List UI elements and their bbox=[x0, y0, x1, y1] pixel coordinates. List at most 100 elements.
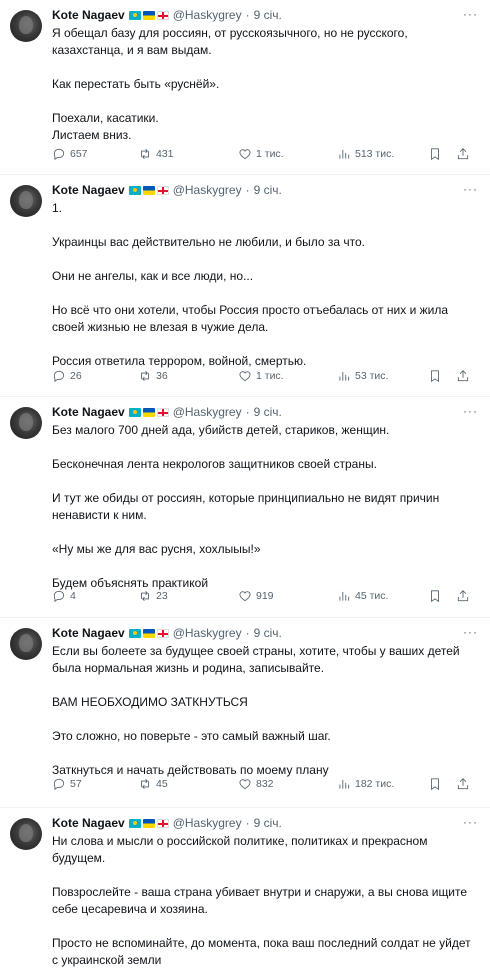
action-bar: 57 45 832 182 тис. bbox=[52, 776, 478, 792]
author-name[interactable]: Kote Nagaev bbox=[52, 405, 125, 419]
retweet-icon bbox=[141, 779, 149, 789]
retweet-button[interactable]: 36 bbox=[138, 368, 168, 384]
reply-icon bbox=[53, 148, 65, 161]
tweet-text: Без малого 700 дней ада, убийств детей, … bbox=[52, 422, 478, 592]
views-icon bbox=[339, 591, 350, 601]
like-count: 832 bbox=[256, 778, 274, 790]
bookmark-button[interactable] bbox=[428, 146, 442, 162]
georgia-flag-icon bbox=[156, 628, 169, 638]
reply-count: 57 bbox=[70, 778, 82, 790]
share-icon bbox=[457, 370, 469, 382]
more-icon[interactable]: ··· bbox=[463, 7, 478, 21]
tweet[interactable]: Kote Nagaev @Haskygrey · 9 січ. ··· 1. У… bbox=[0, 175, 490, 397]
retweet-icon bbox=[141, 591, 149, 601]
author-name[interactable]: Kote Nagaev bbox=[52, 626, 125, 640]
heart-icon bbox=[239, 591, 251, 602]
timeline-feed: Kote Nagaev @Haskygrey · 9 січ. ··· Я об… bbox=[0, 0, 490, 967]
views-button[interactable]: 513 тис. bbox=[337, 146, 394, 162]
views-count: 45 тис. bbox=[355, 590, 389, 602]
tweet-paragraph: Как перестать быть «руснёй». bbox=[52, 77, 220, 91]
timestamp[interactable]: 9 січ. bbox=[254, 626, 282, 640]
flag-badges bbox=[128, 628, 169, 638]
author-handle[interactable]: @Haskygrey bbox=[173, 8, 242, 22]
kazakhstan-flag-icon bbox=[128, 407, 141, 417]
action-bar: 4 23 919 45 тис. bbox=[52, 588, 478, 604]
ukraine-flag-icon bbox=[142, 628, 155, 638]
like-button[interactable]: 1 тис. bbox=[238, 146, 284, 162]
heart-icon bbox=[239, 371, 251, 382]
like-count: 1 тис. bbox=[256, 370, 284, 382]
share-button[interactable] bbox=[456, 368, 470, 384]
tweet-paragraph: Бесконечная лента некрологов защитников … bbox=[52, 457, 377, 471]
timestamp[interactable]: 9 січ. bbox=[254, 405, 282, 419]
avatar[interactable] bbox=[10, 185, 42, 217]
author-handle[interactable]: @Haskygrey bbox=[173, 816, 242, 830]
tweet[interactable]: Kote Nagaev @Haskygrey · 9 січ. ··· Если… bbox=[0, 618, 490, 808]
reply-button[interactable]: 4 bbox=[52, 588, 76, 604]
views-button[interactable]: 53 тис. bbox=[337, 368, 388, 384]
tweet-text: Я обещал базу для россиян, от русскоязыч… bbox=[52, 25, 478, 144]
tweet-paragraph: Повзрослейте - ваша страна убивает внутр… bbox=[52, 885, 468, 916]
avatar[interactable] bbox=[10, 818, 42, 850]
reply-button[interactable]: 657 bbox=[52, 146, 88, 162]
action-bar: 657 431 1 тис. 513 тис. bbox=[52, 146, 478, 162]
share-icon bbox=[457, 778, 469, 790]
more-icon[interactable]: ··· bbox=[463, 815, 478, 829]
avatar[interactable] bbox=[10, 10, 42, 42]
tweet-paragraph: ВАМ НЕОБХОДИМО ЗАТКНУТЬСЯ bbox=[52, 695, 248, 709]
bookmark-icon bbox=[431, 778, 439, 791]
views-icon bbox=[339, 149, 350, 159]
tweet[interactable]: Kote Nagaev @Haskygrey · 9 січ. ··· Ни с… bbox=[0, 808, 490, 967]
retweet-button[interactable]: 431 bbox=[138, 146, 174, 162]
tweet-paragraph: Без малого 700 дней ада, убийств детей, … bbox=[52, 423, 390, 437]
tweet-paragraph: Ни слова и мысли о российской политике, … bbox=[52, 834, 428, 865]
ukraine-flag-icon bbox=[142, 407, 155, 417]
reply-icon bbox=[53, 370, 65, 383]
timestamp[interactable]: 9 січ. bbox=[254, 816, 282, 830]
views-button[interactable]: 45 тис. bbox=[337, 588, 388, 604]
georgia-flag-icon bbox=[156, 185, 169, 195]
ukraine-flag-icon bbox=[142, 185, 155, 195]
author-handle[interactable]: @Haskygrey bbox=[173, 626, 242, 640]
views-count: 182 тис. bbox=[355, 778, 395, 790]
retweet-button[interactable]: 45 bbox=[138, 776, 168, 792]
tweet-paragraph: 1. bbox=[52, 201, 63, 215]
retweet-button[interactable]: 23 bbox=[138, 588, 168, 604]
reply-count: 26 bbox=[70, 370, 82, 382]
georgia-flag-icon bbox=[156, 10, 169, 20]
author-handle[interactable]: @Haskygrey bbox=[173, 405, 242, 419]
tweet-text: 1. Украинцы вас действительно не любили,… bbox=[52, 200, 478, 370]
tweet-paragraph: Просто не вспоминайте, до момента, пока … bbox=[52, 936, 471, 967]
reply-count: 657 bbox=[70, 148, 88, 160]
like-button[interactable]: 1 тис. bbox=[238, 368, 284, 384]
views-button[interactable]: 182 тис. bbox=[337, 776, 394, 792]
reply-button[interactable]: 26 bbox=[52, 368, 82, 384]
tweet[interactable]: Kote Nagaev @Haskygrey · 9 січ. ··· Без … bbox=[0, 397, 490, 618]
tweet[interactable]: Kote Nagaev @Haskygrey · 9 січ. ··· Я об… bbox=[0, 0, 490, 175]
like-button[interactable]: 832 bbox=[238, 776, 274, 792]
kazakhstan-flag-icon bbox=[128, 185, 141, 195]
more-icon[interactable]: ··· bbox=[463, 404, 478, 418]
avatar[interactable] bbox=[10, 628, 42, 660]
views-count: 53 тис. bbox=[355, 370, 389, 382]
bookmark-button[interactable] bbox=[428, 588, 442, 604]
like-button[interactable]: 919 bbox=[238, 588, 274, 604]
share-button[interactable] bbox=[456, 146, 470, 162]
bookmark-icon bbox=[431, 370, 439, 383]
bookmark-button[interactable] bbox=[428, 776, 442, 792]
flag-badges bbox=[128, 10, 169, 20]
author-name[interactable]: Kote Nagaev bbox=[52, 183, 125, 197]
reply-icon bbox=[53, 590, 65, 603]
bookmark-button[interactable] bbox=[428, 368, 442, 384]
share-button[interactable] bbox=[456, 588, 470, 604]
timestamp[interactable]: 9 січ. bbox=[254, 8, 282, 22]
more-icon[interactable]: ··· bbox=[463, 182, 478, 196]
avatar[interactable] bbox=[10, 407, 42, 439]
author-name[interactable]: Kote Nagaev bbox=[52, 8, 125, 22]
share-button[interactable] bbox=[456, 776, 470, 792]
timestamp[interactable]: 9 січ. bbox=[254, 183, 282, 197]
author-name[interactable]: Kote Nagaev bbox=[52, 816, 125, 830]
more-icon[interactable]: ··· bbox=[463, 625, 478, 639]
reply-button[interactable]: 57 bbox=[52, 776, 82, 792]
author-handle[interactable]: @Haskygrey bbox=[173, 183, 242, 197]
